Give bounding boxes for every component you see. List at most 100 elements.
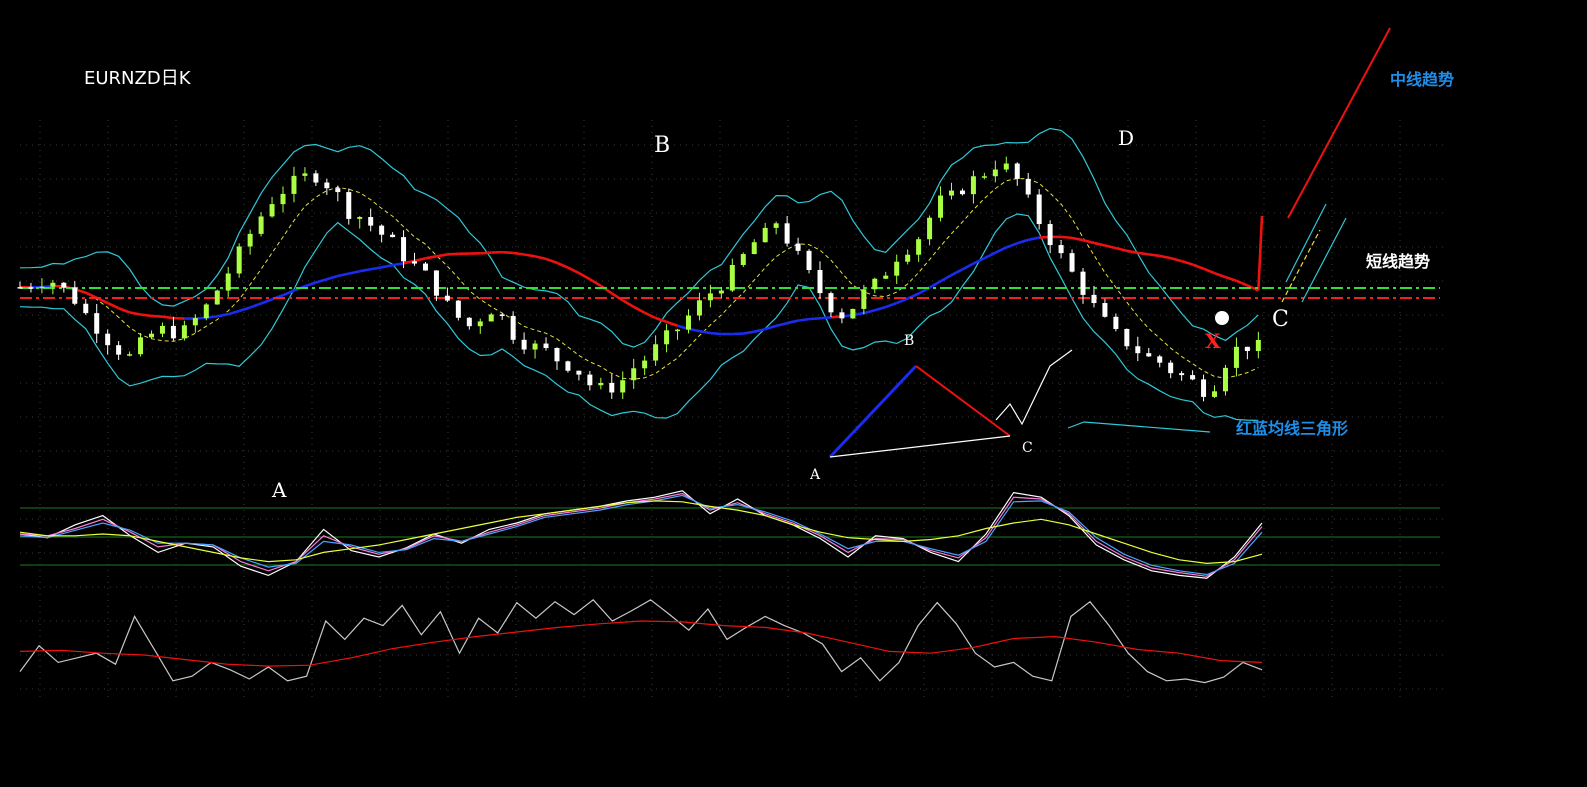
candle-body [1233, 346, 1239, 368]
bollinger-bands [19, 127, 1259, 421]
ma-segment [118, 307, 131, 314]
ma-segment [710, 331, 722, 336]
ma-segment [753, 327, 766, 333]
ma-segment [523, 253, 536, 258]
candle-body [1201, 379, 1207, 397]
triangle-side-ac [829, 435, 1011, 458]
chart-grid [20, 120, 1445, 700]
candle-body [938, 195, 944, 218]
candle-body [302, 173, 308, 176]
candle-body [729, 264, 735, 291]
candle-body [313, 173, 319, 183]
ma-segment [1082, 238, 1095, 245]
ma-segment [907, 292, 920, 300]
short-trend-channel-left [1285, 203, 1327, 283]
candle-body [1146, 353, 1152, 357]
candle-body [806, 250, 812, 270]
candle-body [850, 308, 856, 319]
ma-segment [950, 268, 964, 277]
candle-body [828, 293, 834, 313]
candle-body [269, 204, 275, 217]
candle-body [379, 225, 385, 235]
candle-body [149, 333, 155, 338]
candle-body [444, 295, 450, 301]
candle-body [959, 190, 965, 195]
triangle-b-label: B [904, 333, 915, 349]
candle-body [203, 304, 209, 319]
ma-segment [1192, 263, 1205, 270]
drawings [828, 27, 1391, 459]
candle-body [28, 287, 34, 289]
ma-segment [107, 301, 120, 310]
ma-segment [589, 278, 602, 287]
ma-segment [1214, 271, 1226, 279]
candle-body [718, 290, 724, 294]
candle-body [817, 269, 823, 294]
candle-body [214, 290, 220, 305]
candle-body [751, 242, 757, 255]
ma-segment [425, 255, 437, 260]
candle-body [762, 227, 768, 243]
ma-segment [1071, 236, 1084, 242]
candle-body [225, 273, 231, 291]
momentum-line [19, 620, 1263, 667]
ma-segment [249, 302, 262, 309]
candle-body [258, 216, 264, 234]
candle-body [521, 339, 527, 350]
point-x-label: X [1205, 329, 1221, 353]
candle-body [477, 321, 483, 327]
candle-body [872, 278, 878, 290]
ma-segment [611, 292, 624, 302]
candle-body [740, 254, 746, 265]
ma-segment [545, 257, 558, 265]
ma-segment [447, 252, 459, 256]
candle-body [401, 237, 407, 262]
ma-segment [819, 316, 832, 320]
candle-body [1244, 346, 1250, 352]
candle-body [696, 300, 702, 316]
ma-segment [1148, 253, 1160, 258]
ma-segment [994, 246, 1007, 254]
chart-title: EURNZD日K [84, 68, 191, 89]
ma-segment [534, 255, 547, 261]
candle-body [433, 270, 439, 296]
candle-body [116, 345, 122, 355]
candle-body [981, 176, 987, 178]
candle-body [39, 286, 45, 289]
ma-segment [732, 332, 744, 336]
ma-segment [1115, 246, 1128, 253]
candle-body [1179, 373, 1185, 376]
candle-body [620, 380, 626, 393]
candle-body [894, 261, 900, 276]
price-chart [17, 27, 1445, 700]
ma-segment [808, 317, 821, 321]
ma-segment [567, 266, 580, 275]
ma-segment [939, 273, 953, 283]
candle-body [1069, 253, 1075, 272]
ma-segment [129, 311, 141, 316]
candle-body [510, 315, 516, 340]
triangle-side-ab [828, 364, 918, 459]
candle-body [1212, 391, 1218, 397]
candle-body [653, 344, 659, 361]
ma-segment [600, 284, 613, 295]
ma-segment [666, 320, 678, 327]
candle-body [905, 254, 911, 262]
candle-body [631, 368, 637, 381]
candle-body [455, 300, 461, 318]
ma-segment [644, 311, 657, 320]
candle-body [192, 318, 198, 326]
candle-body [105, 333, 111, 346]
candle-body [773, 223, 779, 228]
short-trend-channel-right [1301, 217, 1347, 303]
candle-body [565, 361, 571, 371]
ma-segment [359, 267, 371, 273]
ma-segment [863, 308, 876, 315]
triangle-c-label: C [1022, 440, 1033, 456]
ma-segment [622, 299, 635, 308]
candle-body [236, 246, 242, 274]
point-d-label: D [1118, 126, 1135, 150]
candle-body [159, 325, 165, 334]
point-a-label: A [272, 478, 287, 502]
ma-segment [1005, 242, 1018, 249]
